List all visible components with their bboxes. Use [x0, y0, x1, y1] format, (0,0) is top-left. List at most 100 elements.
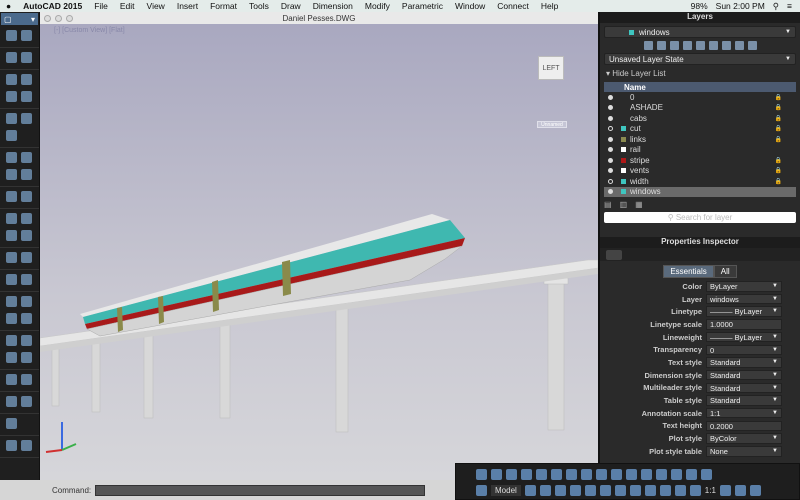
status-tool-icon[interactable]: [686, 468, 697, 480]
tool-icon[interactable]: [6, 191, 17, 202]
layer-tool-icon[interactable]: [708, 41, 718, 50]
layout-icon[interactable]: [476, 484, 487, 496]
tool-icon[interactable]: [21, 74, 32, 85]
battery-status[interactable]: 98%: [691, 1, 708, 12]
status-toggle-icon[interactable]: [644, 484, 656, 496]
menu-insert[interactable]: Insert: [171, 1, 204, 11]
property-value[interactable]: Standard ▼: [706, 357, 782, 368]
tool-icon[interactable]: [6, 335, 17, 346]
layer-state-dropdown[interactable]: Unsaved Layer State ▼: [604, 53, 796, 65]
layer-search-input[interactable]: ⚲ Search for layer: [604, 212, 796, 223]
clock[interactable]: Sun 2:00 PM: [716, 1, 765, 12]
current-layer-dropdown[interactable]: windows ▼: [604, 26, 796, 38]
tool-icon[interactable]: [6, 374, 17, 385]
layer-visibility-icon[interactable]: [608, 105, 613, 111]
layer-color-swatch[interactable]: [621, 189, 626, 195]
view-name-button[interactable]: Unnamed: [537, 121, 567, 128]
property-value[interactable]: Standard ▼: [706, 395, 782, 406]
tool-icon[interactable]: [6, 396, 17, 407]
layer-color-swatch[interactable]: [621, 178, 626, 184]
status-tool-icon[interactable]: [734, 484, 746, 496]
menu-draw[interactable]: Draw: [275, 1, 307, 11]
layer-list-header[interactable]: Name: [604, 82, 796, 92]
property-value[interactable]: ByColor ▼: [706, 433, 782, 444]
tool-icon[interactable]: [6, 230, 17, 241]
lock-icon[interactable]: 🔒: [775, 136, 782, 143]
status-tool-icon[interactable]: [521, 468, 532, 480]
layer-row[interactable]: rail: [604, 145, 796, 156]
lock-icon[interactable]: 🔒: [775, 178, 782, 185]
layer-tool-icon[interactable]: [734, 41, 744, 50]
layer-settings-icon[interactable]: ▦: [635, 200, 643, 209]
layer-tool-icon[interactable]: [669, 41, 679, 50]
tool-icon[interactable]: [21, 335, 32, 346]
layer-visibility-icon[interactable]: [608, 157, 613, 163]
layer-tool-icon[interactable]: [747, 41, 757, 50]
property-value[interactable]: windows ▼: [706, 293, 782, 305]
property-value[interactable]: None ▼: [706, 446, 782, 457]
layer-row[interactable]: width 🔒: [604, 176, 796, 187]
layer-row[interactable]: ASHADE 🔒: [604, 103, 796, 114]
menu-parametric[interactable]: Parametric: [396, 1, 449, 11]
layer-visibility-icon[interactable]: [608, 115, 613, 121]
status-tool-icon[interactable]: [506, 468, 517, 480]
tool-icon[interactable]: [21, 274, 32, 285]
layer-row[interactable]: 0 🔒: [604, 92, 796, 103]
tool-icon[interactable]: [6, 274, 17, 285]
tool-icon[interactable]: [6, 313, 17, 324]
property-value[interactable]: ByLayer ▼: [706, 281, 782, 292]
tool-icon[interactable]: [21, 296, 32, 307]
name-column-header[interactable]: Name: [624, 83, 646, 92]
tool-icon[interactable]: [21, 30, 32, 41]
layer-row[interactable]: links 🔒: [604, 134, 796, 145]
lock-icon[interactable]: 🔒: [775, 125, 782, 132]
layer-visibility-icon[interactable]: [608, 178, 613, 184]
layer-row[interactable]: cabs 🔒: [604, 113, 796, 124]
app-menu[interactable]: AutoCAD 2015: [17, 1, 88, 11]
status-toggle-icon[interactable]: [614, 484, 626, 496]
layer-visibility-icon[interactable]: [608, 189, 613, 195]
properties-tab-icon[interactable]: [606, 250, 622, 260]
layers-tab-icon[interactable]: [626, 250, 642, 260]
status-toggle-icon[interactable]: [554, 484, 566, 496]
menu-tools[interactable]: Tools: [243, 1, 275, 11]
layer-tool-icon[interactable]: [656, 41, 666, 50]
layer-row[interactable]: stripe 🔒: [604, 155, 796, 166]
tab-essentials[interactable]: Essentials: [663, 265, 714, 278]
tool-icon[interactable]: [21, 169, 32, 180]
tool-icon[interactable]: [21, 91, 32, 102]
tool-icon[interactable]: [21, 252, 32, 263]
tool-icon[interactable]: [6, 418, 17, 429]
tool-icon[interactable]: [21, 213, 32, 224]
new-group-icon[interactable]: ▥: [620, 200, 628, 209]
status-toggle-icon[interactable]: [689, 484, 701, 496]
menu-view[interactable]: View: [141, 1, 171, 11]
menu-format[interactable]: Format: [204, 1, 243, 11]
property-value[interactable]: 1:1 ▼: [706, 407, 782, 419]
menu-edit[interactable]: Edit: [114, 1, 141, 11]
layer-color-swatch[interactable]: [621, 116, 626, 121]
tool-icon[interactable]: [6, 440, 17, 451]
layer-visibility-icon[interactable]: [608, 136, 613, 142]
property-value[interactable]: 0.2000: [706, 420, 782, 432]
status-tool-icon[interactable]: [566, 468, 577, 480]
model-button[interactable]: Model: [491, 484, 521, 496]
layer-color-swatch[interactable]: [621, 157, 626, 163]
layer-tool-icon[interactable]: [643, 41, 653, 50]
property-value[interactable]: Standard ▼: [706, 382, 782, 394]
tool-icon[interactable]: [21, 313, 32, 324]
menu-window[interactable]: Window: [449, 1, 491, 11]
layer-tool-icon[interactable]: [682, 41, 692, 50]
tool-palette-header[interactable]: ▢ ▾: [1, 13, 38, 25]
tool-icon[interactable]: [6, 352, 17, 363]
status-tool-icon[interactable]: [536, 468, 547, 480]
layer-visibility-icon[interactable]: [608, 147, 613, 153]
layer-visibility-icon[interactable]: [608, 168, 613, 174]
layer-tool-icon[interactable]: [721, 41, 731, 50]
status-toggle-icon[interactable]: [629, 484, 641, 496]
drawing-viewport[interactable]: [-] [Custom View] [Flat] LEFT Unnamed: [40, 24, 598, 480]
menu-help[interactable]: Help: [535, 1, 564, 11]
status-toggle-icon[interactable]: [674, 484, 686, 496]
tool-icon[interactable]: [6, 213, 17, 224]
status-tool-icon[interactable]: [491, 468, 502, 480]
